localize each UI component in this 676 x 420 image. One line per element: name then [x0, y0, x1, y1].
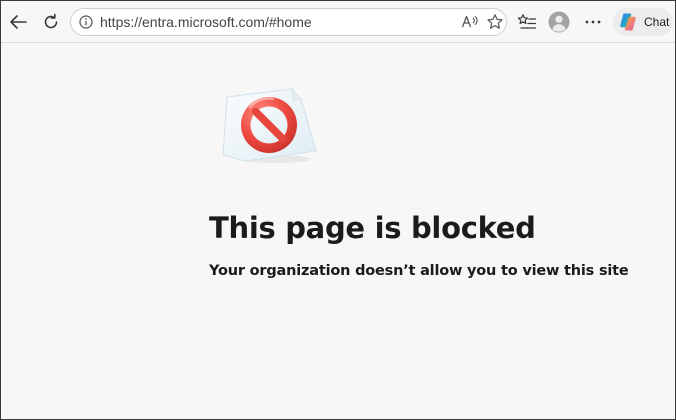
refresh-icon	[44, 13, 58, 29]
avatar-icon	[548, 11, 570, 33]
more-options-button[interactable]	[579, 8, 607, 36]
star-icon[interactable]	[486, 13, 504, 31]
favorites-button[interactable]	[513, 8, 541, 36]
blocked-page-content: This page is blocked Your organization d…	[1, 43, 675, 419]
copilot-icon	[620, 13, 636, 31]
chat-label: Chat	[644, 15, 670, 29]
favorites-list-icon	[517, 14, 537, 29]
read-aloud-icon[interactable]	[461, 14, 479, 30]
info-icon[interactable]	[79, 15, 93, 29]
url-text[interactable]: https://entra.microsoft.com/#home	[100, 14, 312, 30]
page-subtitle: Your organization doesn’t allow you to v…	[209, 263, 629, 279]
refresh-button[interactable]	[37, 8, 65, 36]
browser-toolbar: https://entra.microsoft.com/#home Chat	[1, 1, 675, 43]
page-title: This page is blocked	[209, 211, 536, 245]
browser-window: https://entra.microsoft.com/#home Chat T…	[0, 0, 676, 420]
copilot-chat-button[interactable]: Chat	[613, 8, 673, 36]
arrow-left-icon	[10, 15, 27, 29]
ellipsis-icon	[585, 20, 601, 24]
no-entry-icon	[222, 87, 317, 163]
address-bar[interactable]: https://entra.microsoft.com/#home	[70, 8, 507, 36]
profile-button[interactable]	[545, 8, 573, 36]
back-button[interactable]	[4, 8, 32, 36]
